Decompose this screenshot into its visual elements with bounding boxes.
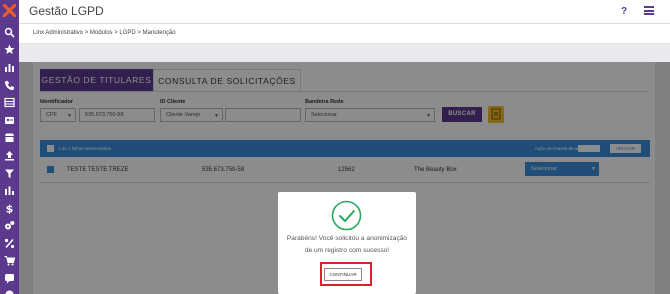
filter-icon[interactable] — [4, 168, 15, 179]
sidebar: $ — [0, 0, 19, 294]
settings-icon[interactable] — [4, 289, 15, 294]
success-message: Parabéns! Você solicitou a anonimização … — [286, 235, 408, 254]
phone-icon[interactable] — [4, 80, 15, 91]
highlight-box — [320, 262, 372, 286]
page-title: Gestão LGPD — [29, 4, 104, 18]
store-icon[interactable] — [4, 132, 15, 143]
id-card-icon[interactable] — [4, 115, 15, 126]
chat-icon[interactable] — [4, 273, 15, 284]
star-icon[interactable] — [4, 44, 15, 55]
hamburger-menu-icon[interactable] — [644, 6, 654, 15]
table-icon[interactable] — [4, 97, 15, 108]
help-icon[interactable]: ? — [621, 6, 627, 17]
top-header: Gestão LGPD ? — [19, 0, 670, 24]
svg-text:$: $ — [6, 203, 14, 214]
search-icon[interactable] — [4, 27, 15, 38]
dollar-icon[interactable]: $ — [4, 203, 15, 214]
bar-chart-icon[interactable] — [4, 185, 15, 196]
upload-icon[interactable] — [4, 150, 15, 161]
breadcrumb: Linx Administrativo > Modulos > LGPD > M… — [19, 24, 670, 44]
percent-icon[interactable] — [4, 238, 15, 249]
bar-chart-icon[interactable] — [4, 62, 15, 73]
check-circle-icon — [331, 200, 362, 231]
cart-icon[interactable] — [4, 255, 15, 266]
gears-icon[interactable] — [4, 220, 15, 231]
linx-logo-icon[interactable] — [2, 3, 17, 18]
